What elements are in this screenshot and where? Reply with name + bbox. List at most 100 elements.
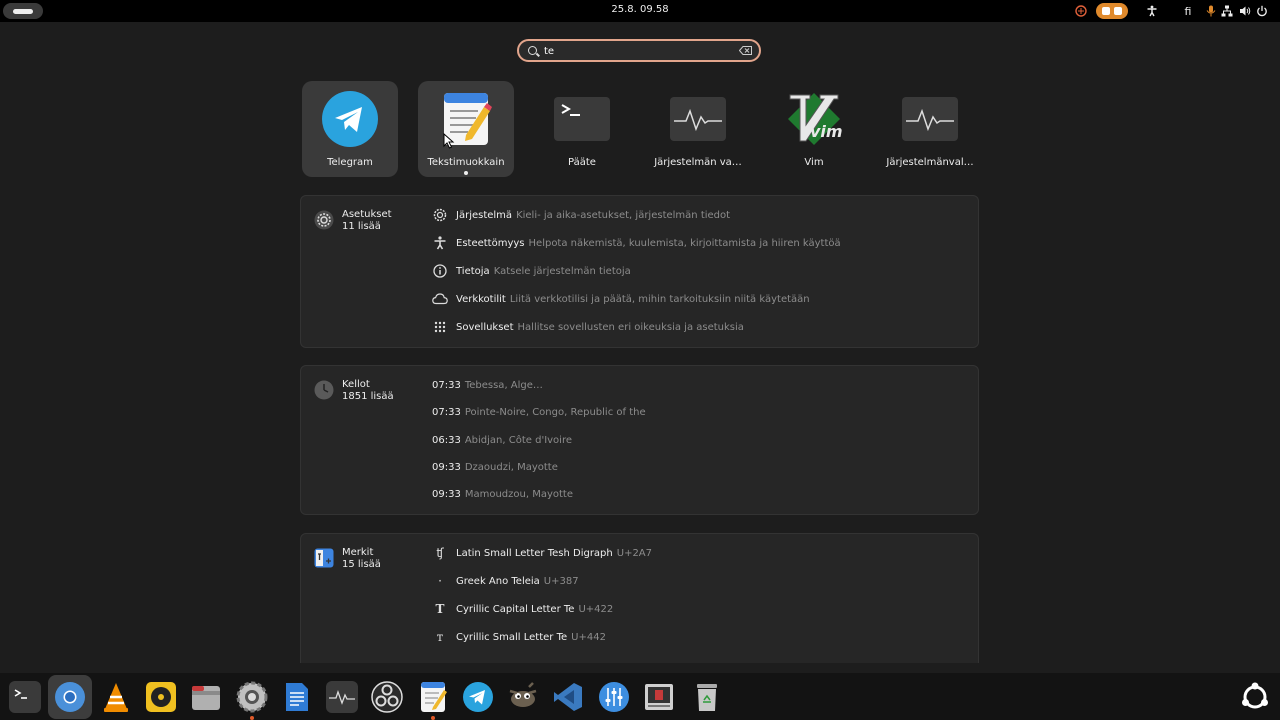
- result-desc: Kieli- ja aika-asetukset, järjestelmän t…: [516, 209, 731, 221]
- show-apps-icon[interactable]: [1239, 681, 1271, 713]
- result-row[interactable]: Sovellukset Hallitse sovellusten eri oik…: [432, 318, 744, 336]
- result-title: Cyrillic Capital Letter Te: [456, 603, 575, 615]
- info-icon: [432, 263, 448, 279]
- result-row[interactable]: т Cyrillic Small Letter Te U+442: [432, 628, 606, 646]
- accessibility-icon[interactable]: [1132, 3, 1172, 19]
- app-label: Järjestelmänval…: [886, 157, 974, 168]
- result-title: 09:33: [432, 488, 461, 500]
- glyph-icon: Т: [435, 602, 445, 616]
- telegram-icon[interactable]: [462, 681, 494, 713]
- app-label: Tekstimuokkain: [427, 157, 505, 168]
- result-row[interactable]: 06:33 Abidjan, Côte d'Ivoire: [432, 431, 572, 449]
- libreoffice-writer-icon[interactable]: [281, 681, 313, 713]
- app-label: Järjestelmän va…: [654, 157, 742, 168]
- mouse-cursor-icon: [443, 133, 455, 149]
- running-indicator: [250, 716, 254, 720]
- result-desc: Mamoudzou, Mayotte: [464, 488, 573, 500]
- running-indicator: [464, 171, 468, 175]
- power-icon[interactable]: [1254, 3, 1270, 19]
- screencast-icon[interactable]: [1092, 3, 1132, 19]
- vim-icon: vim: [786, 91, 843, 147]
- result-desc: Tebessa, Alge…: [464, 379, 543, 391]
- result-row[interactable]: Т Cyrillic Capital Letter Te U+422: [432, 600, 614, 618]
- result-row[interactable]: Järjestelmä Kieli- ja aika-asetukset, jä…: [432, 206, 730, 224]
- result-title: Greek Ano Teleia: [456, 575, 540, 587]
- rhythmbox-icon[interactable]: [145, 681, 177, 713]
- record-icon[interactable]: [1070, 3, 1092, 19]
- result-title: Järjestelmä: [456, 209, 513, 221]
- result-desc: Liitä verkkotilisi ja päätä, mihin tarko…: [509, 293, 810, 305]
- app-label: Vim: [804, 157, 824, 168]
- result-desc: Abidjan, Côte d'Ivoire: [464, 434, 573, 446]
- equalizer-icon[interactable]: [598, 681, 630, 713]
- app-label: Telegram: [327, 157, 373, 168]
- provider-name: Merkit: [342, 547, 374, 558]
- result-row[interactable]: Tietoja Katsele järjestelmän tietoja: [432, 262, 631, 280]
- result-desc: Katsele järjestelmän tietoja: [493, 265, 631, 277]
- clock-icon: [314, 380, 334, 400]
- provider-more: 15 lisää: [342, 559, 381, 570]
- microphone-icon[interactable]: [1204, 3, 1218, 19]
- characters-results: Merkit 15 lisää ʧ Latin Small Letter Tes…: [300, 533, 979, 663]
- language-indicator[interactable]: fi: [1172, 3, 1204, 19]
- app-terminal[interactable]: Pääte: [534, 81, 630, 177]
- result-row[interactable]: 09:33 Dzaoudzi, Mayotte: [432, 458, 558, 476]
- result-desc: U+422: [578, 603, 614, 615]
- result-row[interactable]: 09:33 Mamoudzou, Mayotte: [432, 485, 573, 503]
- characters-icon: [314, 548, 334, 568]
- gear-icon: [432, 207, 448, 223]
- result-title: 06:33: [432, 434, 461, 446]
- settings-gear-icon: [314, 210, 334, 230]
- result-title: Tietoja: [456, 265, 490, 277]
- settings-icon[interactable]: [236, 681, 268, 713]
- system-tray[interactable]: fi: [1070, 3, 1270, 19]
- app-icon[interactable]: [643, 681, 675, 713]
- clear-icon[interactable]: [738, 46, 752, 55]
- volume-icon[interactable]: [1236, 3, 1254, 19]
- result-row[interactable]: 07:33 Pointe-Noire, Congo, Republic of t…: [432, 403, 646, 421]
- result-row[interactable]: Verkkotilit Liitä verkkotilisi ja päätä,…: [432, 290, 810, 308]
- app-label: Pääte: [568, 157, 596, 168]
- dock: [0, 673, 1280, 720]
- app-text-editor[interactable]: Tekstimuokkain: [418, 81, 514, 177]
- result-row[interactable]: 07:33 Tebessa, Alge…: [432, 376, 543, 394]
- result-title: Verkkotilit: [456, 293, 506, 305]
- system-monitor-icon: [670, 91, 726, 147]
- svg-text:vim: vim: [810, 122, 842, 141]
- result-title: 07:33: [432, 379, 461, 391]
- app-system-monitor-2[interactable]: Järjestelmänval…: [882, 81, 978, 177]
- terminal-icon[interactable]: [9, 681, 41, 713]
- trash-icon[interactable]: [691, 681, 723, 713]
- vlc-icon[interactable]: [100, 681, 132, 713]
- provider-name: Asetukset: [342, 209, 392, 220]
- result-desc: U+442: [571, 631, 606, 643]
- result-title: Sovellukset: [456, 321, 514, 333]
- app-vim[interactable]: vim Vim: [766, 81, 862, 177]
- vscode-icon[interactable]: [552, 681, 584, 713]
- running-indicator: [431, 716, 435, 720]
- system-monitor-icon[interactable]: [326, 681, 358, 713]
- app-telegram[interactable]: Telegram: [302, 81, 398, 177]
- search-input[interactable]: [544, 44, 734, 58]
- result-desc: U+2A7: [616, 547, 653, 559]
- cloud-icon: [432, 291, 448, 307]
- text-editor-icon[interactable]: [417, 681, 449, 713]
- glyph-icon: ·: [438, 574, 442, 588]
- result-desc: Hallitse sovellusten eri oikeuksia ja as…: [517, 321, 744, 333]
- result-row[interactable]: Esteettömyys Helpota näkemistä, kuulemis…: [432, 234, 841, 252]
- provider-more: 11 lisää: [342, 221, 381, 232]
- files-icon[interactable]: [190, 681, 222, 713]
- network-icon[interactable]: [1218, 3, 1236, 19]
- search-field[interactable]: [517, 39, 761, 62]
- gimp-icon[interactable]: [507, 681, 539, 713]
- chromium-dock-button[interactable]: [48, 675, 92, 719]
- app-system-monitor[interactable]: Järjestelmän va…: [650, 81, 746, 177]
- accessibility-icon: [432, 235, 448, 251]
- glyph-icon: т: [436, 630, 444, 644]
- result-row[interactable]: ʧ Latin Small Letter Tesh Digraph U+2A7: [432, 544, 652, 562]
- obs-icon[interactable]: [371, 681, 403, 713]
- result-row[interactable]: · Greek Ano Teleia U+387: [432, 572, 579, 590]
- clocks-results: Kellot 1851 lisää 07:33 Tebessa, Alge… 0…: [300, 365, 979, 515]
- result-title: 07:33: [432, 406, 461, 418]
- result-title: 09:33: [432, 461, 461, 473]
